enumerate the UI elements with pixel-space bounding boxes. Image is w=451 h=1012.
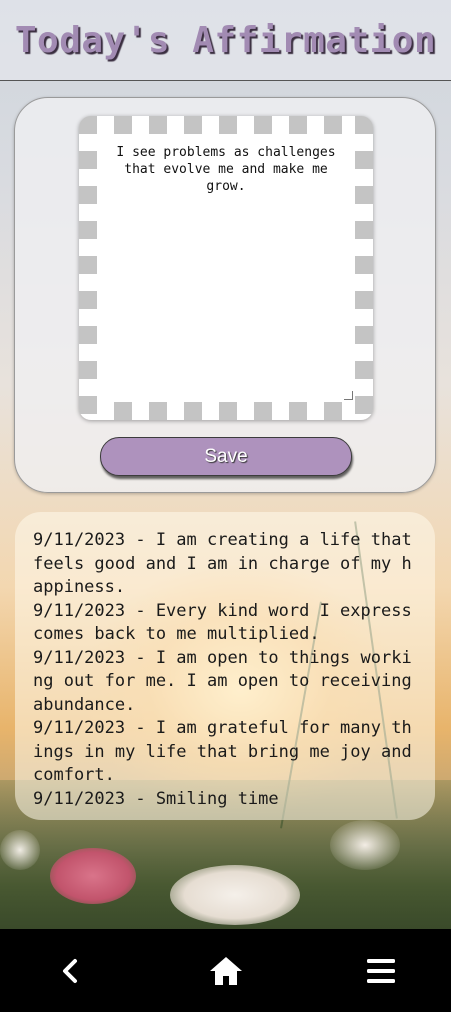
list-item: 9/11/2023 - I am creating a life that fe… <box>33 530 412 597</box>
list-item: 9/11/2023 - I am grateful for many thing… <box>33 718 412 785</box>
background-white-flower <box>170 865 300 925</box>
list-item: 9/11/2023 - Smiling time <box>33 788 279 809</box>
background-pink-flower <box>50 848 136 904</box>
affirmation-history-list[interactable]: 9/11/2023 - I am creating a life that fe… <box>15 512 435 820</box>
bottom-navigation-bar <box>0 929 451 1012</box>
page-title: Today's Affirmation <box>14 19 437 61</box>
save-button[interactable]: Save <box>100 437 352 476</box>
home-icon <box>209 956 242 985</box>
affirmation-card: I see problems as challenges that evolve… <box>14 97 436 493</box>
home-button[interactable] <box>196 941 256 1001</box>
chevron-left-icon <box>63 958 77 983</box>
background-white-flower <box>330 820 400 870</box>
back-button[interactable] <box>40 941 100 1001</box>
app-header: Today's Affirmation <box>0 0 451 81</box>
background-white-flower <box>0 830 40 870</box>
list-item: 9/11/2023 - Every kind word I express co… <box>33 600 412 645</box>
hamburger-menu-icon <box>367 958 395 983</box>
affirmation-note-frame: I see problems as challenges that evolve… <box>79 116 373 420</box>
menu-button[interactable] <box>351 941 411 1001</box>
list-item: 9/11/2023 - I am open to things working … <box>33 647 412 715</box>
affirmation-text-input[interactable]: I see problems as challenges that evolve… <box>97 134 355 402</box>
textarea-resize-handle[interactable] <box>344 391 353 400</box>
